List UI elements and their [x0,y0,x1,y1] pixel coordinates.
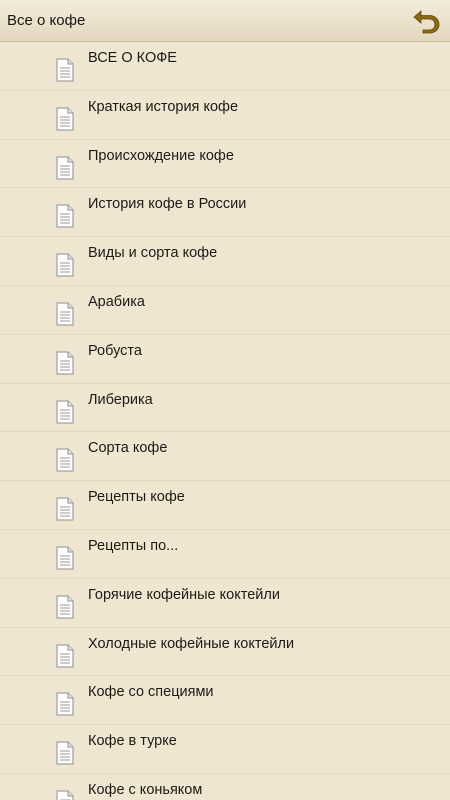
list-item-label: Рецепты по... [88,537,179,554]
list-item[interactable]: Краткая история кофе [0,91,450,140]
list-item[interactable]: Горячие кофейные коктейли [0,579,450,628]
document-icon [56,644,74,668]
back-button[interactable] [410,4,444,38]
page-title: Все о кофе [7,12,86,29]
list-item-label: Происхождение кофе [88,147,234,164]
list-item[interactable]: Рецепты кофе [0,481,450,530]
list-item-label: Кофе с коньяком [88,781,203,798]
document-icon [56,302,74,326]
list-item[interactable]: Робуста [0,335,450,384]
list-item[interactable]: Кофе в турке [0,725,450,774]
list-item-label: Кофе со специями [88,684,214,701]
document-icon [56,107,74,131]
document-icon [56,546,74,570]
document-icon [56,156,74,180]
list-item-label: Краткая история кофе [88,98,239,115]
list-item[interactable]: Виды и сорта кофе [0,237,450,286]
document-icon [56,448,74,472]
document-icon [56,253,74,277]
document-icon [56,204,74,228]
document-icon [56,595,74,619]
list-item-label: Рецепты кофе [88,489,185,506]
list-item-label: Робуста [88,342,142,359]
topic-list: ВСЕ О КОФЕ Краткая история кофе Происхож… [0,42,450,800]
list-item-label: Кофе в турке [88,733,177,750]
list-item[interactable]: История кофе в России [0,188,450,238]
list-item-label: История кофе в России [88,196,247,213]
document-icon [56,351,74,375]
list-item-label: Сорта кофе [88,440,168,457]
list-item[interactable]: Холодные кофейные коктейли [0,628,450,677]
document-icon [56,790,74,800]
list-item[interactable]: Либерика [0,384,450,433]
list-item-label: Горячие кофейные коктейли [88,586,280,603]
list-item[interactable]: Кофе со специями [0,676,450,726]
list-item[interactable]: Арабика [0,286,450,335]
document-icon [56,497,74,521]
list-item[interactable]: Рецепты по... [0,530,450,579]
back-arrow-icon [413,10,440,34]
document-icon [56,58,74,82]
list-item[interactable]: ВСЕ О КОФЕ [0,42,450,91]
list-item-label: Либерика [88,391,153,408]
document-icon [56,400,74,424]
list-item-label: Арабика [88,293,145,310]
list-item[interactable]: Происхождение кофе [0,140,450,189]
list-item-label: ВСЕ О КОФЕ [88,50,177,66]
list-item-label: Холодные кофейные коктейли [88,635,295,652]
list-item-label: Виды и сорта кофе [88,245,218,262]
list-item[interactable]: Сорта кофе [0,432,450,482]
document-icon [56,692,74,716]
document-icon [56,741,74,765]
app-header: Все о кофе [0,0,450,42]
list-item[interactable]: Кофе с коньяком [0,774,450,800]
